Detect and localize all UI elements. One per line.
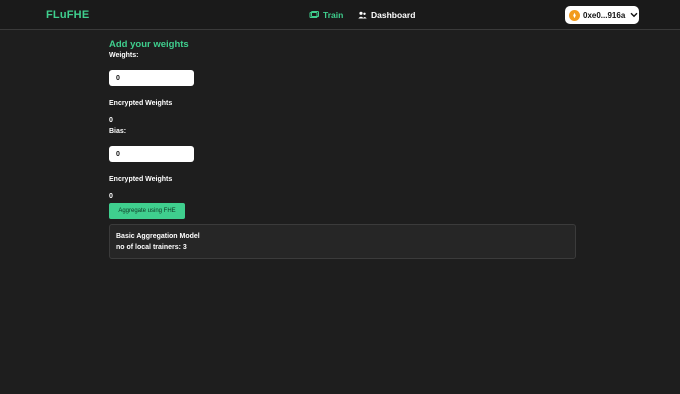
encrypted-weights-label: Encrypted Weights — [109, 100, 173, 107]
bias-label: Bias: — [109, 128, 127, 135]
chevron-down-icon — [630, 11, 638, 20]
encrypted-bias-label: Encrypted Weights — [109, 176, 173, 183]
wallet-button[interactable]: 0xe0...916a — [565, 6, 639, 24]
aggregate-button[interactable]: Aggregate using FHE — [109, 203, 185, 219]
encrypted-bias-value: 0 — [109, 193, 113, 200]
nav-link-dashboard[interactable]: Dashboard — [358, 9, 415, 21]
wallet-address: 0xe0...916a — [583, 10, 626, 20]
nav-link-train-label: Train — [323, 10, 344, 20]
bias-input[interactable] — [109, 146, 194, 162]
app-logo[interactable]: FLuFHE — [46, 9, 89, 21]
nav-link-dashboard-label: Dashboard — [371, 10, 416, 20]
weights-input[interactable] — [109, 70, 194, 86]
encrypted-weights-value: 0 — [109, 117, 113, 124]
top-navbar: FLuFHE Train Dashboard 0xe0...916a — [0, 0, 680, 30]
nav-link-train[interactable]: Train — [309, 9, 343, 21]
token-icon — [569, 9, 580, 21]
weights-label: Weights: — [109, 52, 139, 59]
model-title: Basic Aggregation Model — [116, 233, 200, 240]
people-icon — [358, 11, 367, 19]
model-trainers-count: no of local trainers: 3 — [116, 244, 187, 251]
model-card[interactable]: Basic Aggregation Model no of local trai… — [109, 224, 576, 259]
train-icon — [309, 10, 319, 20]
form-title: Add your weights — [109, 39, 189, 50]
